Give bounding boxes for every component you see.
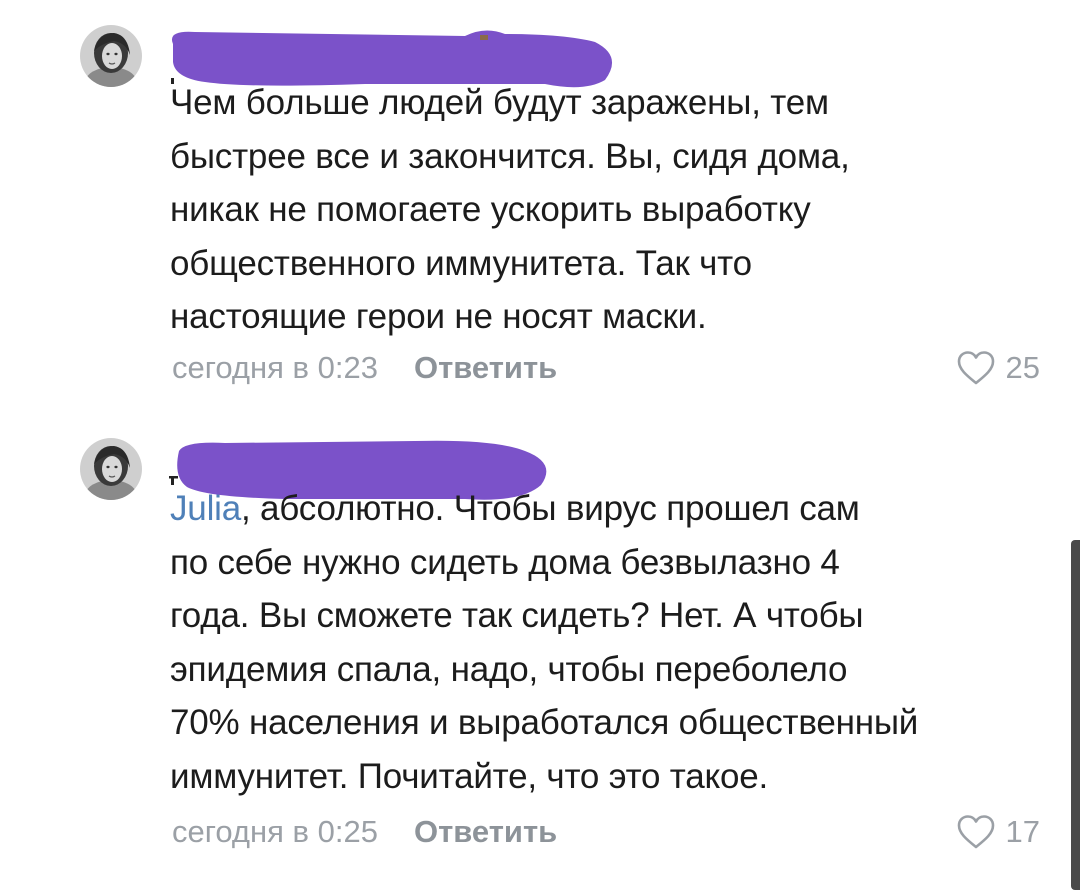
mention-link[interactable]: Julia [170,489,241,528]
scrollbar[interactable] [1071,540,1080,890]
comments-feed: Чем больше людей будут заражены, тем быс… [0,0,1080,890]
comment-text: Julia, абсолютно. Чтобы вирус прошел сам… [170,482,1050,803]
reply-button[interactable]: Ответить [414,350,557,386]
avatar[interactable] [80,25,142,87]
comment-text: Чем больше людей будут заражены, тем быс… [170,83,850,336]
timestamp: сегодня в 0:23 [172,350,378,385]
comment-meta: сегодня в 0:23 Ответить [172,350,557,386]
avatar[interactable] [80,438,142,500]
heart-outline-icon [957,351,994,385]
like-count: 17 [1005,814,1040,849]
like-button[interactable]: 25 [956,350,1040,386]
comment-meta: сегодня в 0:25 Ответить [172,814,557,850]
timestamp: сегодня в 0:25 [172,814,378,849]
heart-outline-icon [957,815,994,849]
like-count: 25 [1005,350,1040,385]
reply-button[interactable]: Ответить [414,814,557,850]
like-button[interactable]: 17 [956,814,1040,850]
comment-text-body: , абсолютно. Чтобы вирус прошел сам по с… [170,489,919,796]
